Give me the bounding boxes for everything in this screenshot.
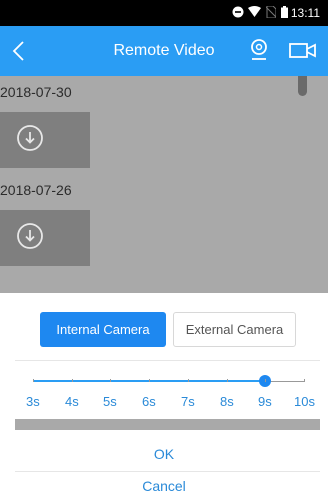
slider-tick xyxy=(72,379,73,382)
video-camera-button[interactable] xyxy=(286,36,320,66)
divider xyxy=(15,471,320,472)
slider-tick xyxy=(304,379,305,382)
video-camera-icon xyxy=(289,43,316,58)
duration-label-5s[interactable]: 5s xyxy=(103,394,117,409)
duration-labels: 3s 4s 5s 6s 7s 8s 9s 10s xyxy=(0,394,328,412)
duration-label-8s[interactable]: 8s xyxy=(220,394,234,409)
download-icon xyxy=(17,125,43,151)
slider-tick xyxy=(265,379,266,382)
cancel-button[interactable]: Cancel xyxy=(0,478,328,494)
recording-thumbnail[interactable] xyxy=(0,210,90,266)
wifi-icon xyxy=(248,6,261,21)
duration-label-4s[interactable]: 4s xyxy=(65,394,79,409)
slider-tick xyxy=(149,379,150,382)
recording-date: 2018-07-30 xyxy=(0,84,72,100)
slider-tick xyxy=(227,379,228,382)
record-options-dialog: Internal Camera External Camera 3s 4s 5s… xyxy=(0,293,328,503)
scrollbar-thumb[interactable] xyxy=(298,76,307,96)
minus-circle-icon xyxy=(232,6,244,21)
divider xyxy=(15,360,320,361)
status-bar: 13:11 xyxy=(0,0,328,26)
recording-thumbnail[interactable] xyxy=(0,112,90,168)
duration-label-6s[interactable]: 6s xyxy=(142,394,156,409)
external-camera-button[interactable]: External Camera xyxy=(173,312,296,347)
internal-camera-button[interactable]: Internal Camera xyxy=(40,312,166,347)
duration-label-3s[interactable]: 3s xyxy=(26,394,40,409)
separator-bar xyxy=(15,419,320,430)
slider-tick xyxy=(110,379,111,382)
person-icon xyxy=(251,39,267,60)
slider-tick xyxy=(188,379,189,382)
no-sim-icon xyxy=(265,5,277,21)
duration-label-10s[interactable]: 10s xyxy=(294,394,315,409)
person-button[interactable] xyxy=(244,36,274,66)
battery-icon xyxy=(281,6,288,21)
ok-button[interactable]: OK xyxy=(0,446,328,462)
slider-tick xyxy=(33,379,34,382)
status-time: 13:11 xyxy=(290,6,320,20)
header: Remote Video xyxy=(0,26,328,76)
recordings-list[interactable]: 2018-07-30 2018-07-26 xyxy=(0,76,328,293)
duration-label-7s[interactable]: 7s xyxy=(181,394,195,409)
duration-label-9s[interactable]: 9s xyxy=(258,394,272,409)
recording-date: 2018-07-26 xyxy=(0,182,72,198)
download-icon xyxy=(17,223,43,249)
page-title: Remote Video xyxy=(113,42,215,59)
